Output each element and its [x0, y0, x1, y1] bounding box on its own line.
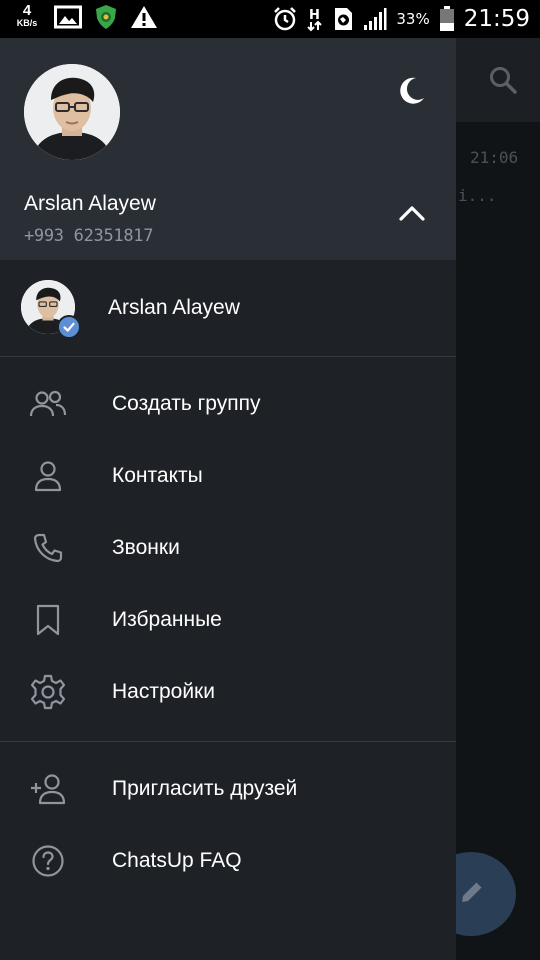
- search-icon[interactable]: [487, 64, 519, 101]
- checkmark-icon: [57, 315, 81, 339]
- menu-item-contacts[interactable]: Контакты: [0, 440, 456, 512]
- menu-item-label: ChatsUp FAQ: [112, 849, 242, 872]
- group-icon: [29, 386, 67, 422]
- status-bar: 4 KB/s H 33% 21:59: [0, 0, 540, 38]
- add-person-icon: [29, 771, 67, 807]
- h-plus-network-icon: H: [307, 6, 323, 32]
- shield-app-icon: [94, 4, 118, 30]
- pencil-icon: [455, 877, 487, 912]
- menu-item-label: Звонки: [112, 536, 180, 559]
- vpn-icon: [332, 7, 354, 31]
- signal-icon: [363, 7, 387, 31]
- menu-item-calls[interactable]: Звонки: [0, 512, 456, 584]
- alarm-icon: [272, 6, 298, 32]
- network-speed-value: 4: [22, 2, 32, 19]
- battery-icon: [439, 6, 455, 32]
- network-speed: 4 KB/s: [12, 2, 42, 29]
- warning-icon: [130, 5, 158, 29]
- account-name: Arslan Alayew: [108, 296, 240, 319]
- gallery-icon: [54, 5, 82, 29]
- menu-item-label: Контакты: [112, 464, 203, 487]
- battery-percent: 33%: [396, 10, 430, 28]
- menu-item-invite-friends[interactable]: Пригласить друзей: [0, 753, 456, 825]
- menu-item-label: Создать группу: [112, 392, 261, 415]
- menu-item-label: Избранные: [112, 608, 222, 631]
- menu-item-saved[interactable]: Избранные: [0, 584, 456, 656]
- settings-icon: [29, 674, 67, 710]
- moon-icon[interactable]: [394, 74, 428, 113]
- profile-name: Arslan Alayew: [24, 192, 156, 215]
- account-item[interactable]: Arslan Alayew: [0, 260, 456, 356]
- help-icon: [29, 843, 67, 879]
- chat-timestamp: 21:06: [470, 148, 519, 167]
- divider: [0, 741, 456, 742]
- profile-phone: +993 62351817: [24, 226, 154, 246]
- phone-icon: [29, 530, 67, 566]
- menu-item-label: Пригласить друзей: [112, 777, 298, 800]
- svg-text:H: H: [309, 8, 320, 23]
- menu-item-settings[interactable]: Настройки: [0, 656, 456, 728]
- menu-item-new-group[interactable]: Создать группу: [0, 368, 456, 440]
- chat-preview: i...: [458, 186, 497, 205]
- profile-avatar[interactable]: [24, 64, 120, 160]
- bookmark-icon: [29, 602, 67, 638]
- divider: [0, 356, 456, 357]
- navigation-drawer: Arslan Alayew +993 62351817 Arslan Alaye…: [0, 38, 456, 960]
- chevron-up-icon[interactable]: [397, 202, 427, 229]
- drawer-header: Arslan Alayew +993 62351817: [0, 38, 456, 260]
- menu-item-label: Настройки: [112, 680, 215, 703]
- clock: 21:59: [463, 6, 530, 32]
- person-icon: [29, 458, 67, 494]
- menu-item-faq[interactable]: ChatsUp FAQ: [0, 825, 456, 897]
- network-speed-unit: KB/s: [16, 18, 38, 28]
